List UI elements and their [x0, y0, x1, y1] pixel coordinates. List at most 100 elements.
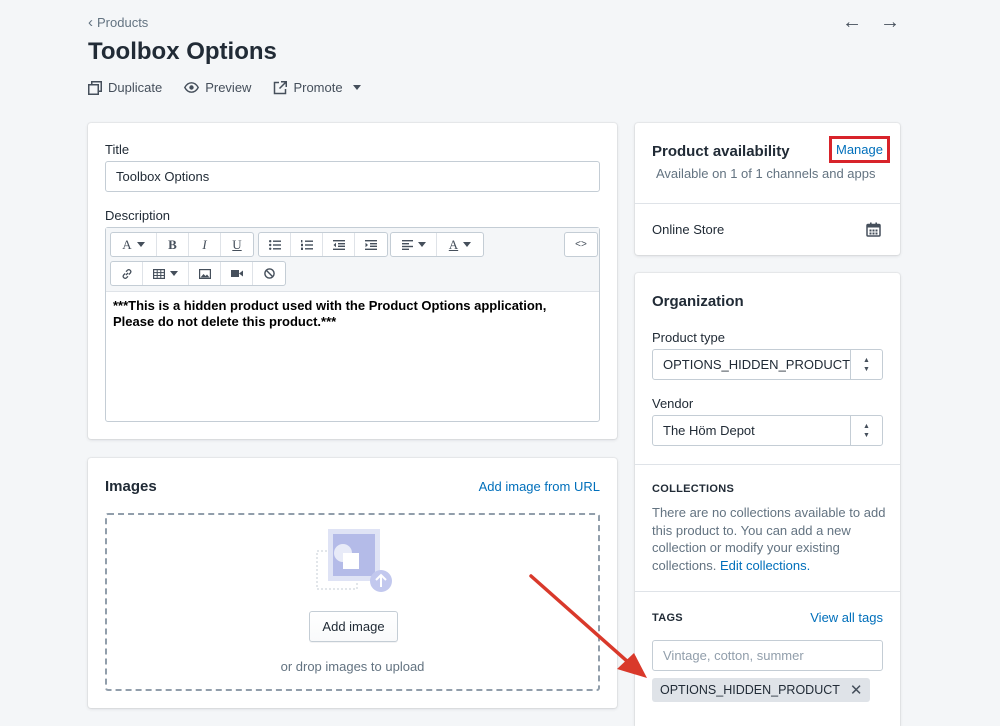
tags-heading: TAGS	[652, 612, 683, 624]
html-group: <>	[564, 232, 598, 257]
bulleted-list-button[interactable]	[259, 233, 291, 256]
calendar-icon[interactable]	[866, 222, 881, 237]
page-title: Toolbox Options	[88, 38, 277, 65]
caret-down-icon	[170, 271, 178, 276]
organization-heading: Organization	[652, 293, 744, 310]
view-all-tags-link[interactable]: View all tags	[810, 610, 883, 625]
add-image-from-url-link[interactable]: Add image from URL	[479, 479, 600, 494]
caret-down-icon	[352, 85, 361, 90]
description-editor: A B I U A <> ***This is a hidden product…	[105, 227, 600, 422]
availability-subtext: Available on 1 of 1 channels and apps	[656, 166, 876, 181]
manage-link[interactable]: Manage	[829, 136, 890, 163]
select-arrows-icon: ▲ ▼	[850, 416, 882, 445]
bold-button[interactable]: B	[157, 233, 189, 256]
video-icon	[230, 270, 243, 277]
indent-button[interactable]	[355, 233, 387, 256]
product-details-card: Title Toolbox Options Description A B I …	[88, 123, 617, 439]
availability-heading: Product availability	[652, 143, 790, 160]
preview-button[interactable]: Preview	[184, 80, 251, 95]
image-upload-illustration-icon	[316, 529, 392, 592]
duplicate-label: Duplicate	[108, 80, 163, 95]
promote-label: Promote	[293, 80, 343, 95]
text-color-dropdown[interactable]: A	[437, 233, 483, 256]
preview-label: Preview	[205, 80, 252, 95]
font-style-dropdown[interactable]: A	[111, 233, 157, 256]
duplicate-button[interactable]: Duplicate	[88, 80, 162, 95]
bold-icon: B	[168, 236, 177, 252]
collections-text: There are no collections available to ad…	[652, 504, 888, 574]
product-type-value: OPTIONS_HIDDEN_PRODUCT	[663, 357, 851, 372]
images-heading: Images	[105, 478, 157, 495]
italic-icon: I	[202, 236, 207, 252]
align-color-group: A	[390, 232, 484, 257]
vendor-value: The Höm Depot	[663, 423, 755, 438]
title-input[interactable]: Toolbox Options	[105, 161, 600, 192]
clear-formatting-icon	[263, 268, 275, 279]
list-group	[258, 232, 388, 257]
tags-input[interactable]: Vintage, cotton, summer	[652, 640, 883, 671]
annotation-arrow-icon	[529, 574, 647, 678]
breadcrumb-products[interactable]: Products	[97, 15, 148, 30]
vendor-label: Vendor	[652, 396, 694, 411]
record-navigation: ← →	[842, 12, 900, 32]
bulleted-list-icon	[268, 239, 281, 250]
caret-down-icon	[463, 242, 472, 247]
outdent-button[interactable]	[323, 233, 355, 256]
external-link-icon	[274, 80, 288, 94]
align-dropdown[interactable]	[391, 233, 437, 256]
table-icon	[153, 268, 165, 279]
caret-down-icon	[417, 242, 426, 247]
insert-video-button[interactable]	[221, 262, 253, 285]
align-left-icon	[401, 239, 413, 250]
numbered-list-icon	[300, 239, 313, 250]
arrow-right-icon[interactable]: →	[880, 12, 900, 32]
product-type-label: Product type	[652, 330, 725, 345]
description-content[interactable]: ***This is a hidden product used with th…	[113, 298, 588, 330]
product-availability-card: Product availability Manage Available on…	[635, 123, 900, 255]
outdent-icon	[332, 239, 345, 250]
clear-formatting-button[interactable]	[253, 262, 285, 285]
promote-button[interactable]: Promote	[273, 80, 361, 95]
eye-icon	[184, 82, 200, 93]
chevron-left-icon: ‹	[88, 14, 93, 31]
underline-button[interactable]: U	[221, 233, 253, 256]
insert-table-dropdown[interactable]	[143, 262, 189, 285]
channel-online-store: Online Store	[652, 222, 725, 237]
product-type-select[interactable]: OPTIONS_HIDDEN_PRODUCT ▲ ▼	[652, 349, 883, 380]
tag-chip: OPTIONS_HIDDEN_PRODUCT ✕	[652, 678, 871, 702]
text-color-icon: A	[448, 236, 459, 252]
collections-heading: COLLECTIONS	[652, 483, 735, 495]
italic-button[interactable]: I	[189, 233, 221, 256]
vendor-select[interactable]: The Höm Depot ▲ ▼	[652, 415, 883, 446]
underline-icon: U	[232, 236, 242, 252]
caret-down-icon	[136, 242, 145, 247]
tags-placeholder: Vintage, cotton, summer	[663, 648, 804, 663]
organization-divider-2	[635, 591, 900, 592]
tag-chip-label: OPTIONS_HIDDEN_PRODUCT	[660, 683, 840, 697]
add-image-label: Add image	[322, 619, 385, 634]
duplicate-icon	[88, 80, 102, 95]
edit-collections-link[interactable]: Edit collections.	[720, 558, 810, 573]
font-icon: A	[122, 236, 132, 252]
link-icon	[122, 268, 131, 279]
organization-card: Organization Product type OPTIONS_HIDDEN…	[635, 273, 900, 726]
insert-group	[110, 261, 286, 286]
title-label: Title	[105, 142, 130, 157]
show-html-button[interactable]: <>	[565, 233, 597, 256]
description-label: Description	[105, 208, 171, 223]
breadcrumb[interactable]: ‹ Products	[88, 15, 148, 30]
add-image-button[interactable]: Add image	[309, 611, 398, 642]
availability-divider	[635, 203, 900, 204]
arrow-left-icon[interactable]: ←	[842, 12, 862, 32]
font-group: A B I U	[110, 232, 254, 257]
select-arrows-icon: ▲ ▼	[850, 350, 882, 379]
numbered-list-button[interactable]	[291, 233, 323, 256]
page-actions: Duplicate Preview Promote	[88, 80, 361, 95]
insert-link-button[interactable]	[111, 262, 143, 285]
image-icon	[198, 268, 211, 279]
manage-label: Manage	[836, 142, 883, 157]
indent-icon	[365, 239, 377, 250]
remove-tag-icon[interactable]: ✕	[850, 683, 863, 698]
title-value: Toolbox Options	[116, 169, 210, 184]
insert-image-button[interactable]	[189, 262, 221, 285]
